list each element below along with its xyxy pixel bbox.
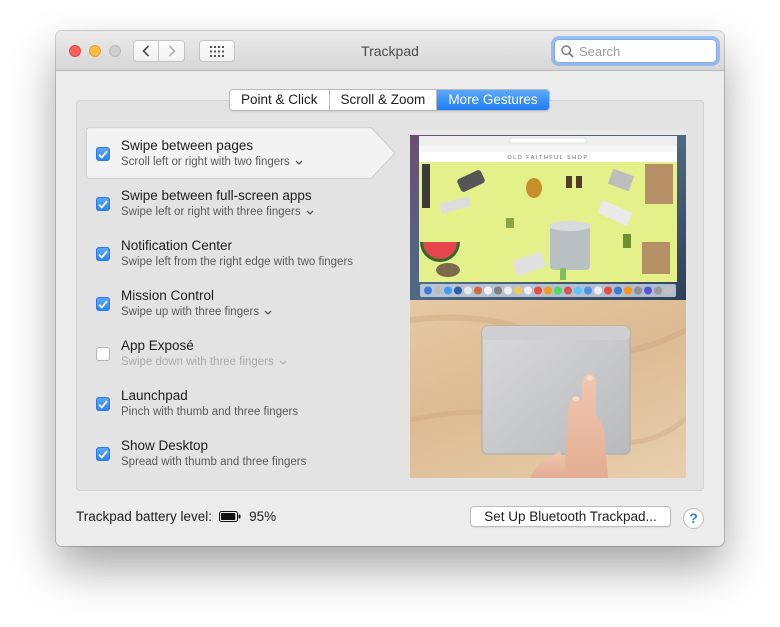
checkmark-icon bbox=[98, 250, 108, 259]
battery-value: 95% bbox=[249, 509, 277, 524]
chevron-down-icon bbox=[264, 310, 272, 315]
help-button[interactable]: ? bbox=[683, 508, 704, 529]
gesture-title: App Exposé bbox=[121, 338, 194, 353]
gesture-preview: OLD FAITHFUL SHOP bbox=[410, 130, 686, 478]
gesture-title: Notification Center bbox=[121, 238, 233, 253]
gesture-app-expose[interactable]: App Exposé Swipe down with three fingers bbox=[86, 327, 408, 377]
battery-icon bbox=[219, 511, 241, 522]
gesture-swipe-between-pages[interactable]: Swipe between pages Scroll left or right… bbox=[86, 127, 408, 179]
checkmark-icon bbox=[98, 450, 108, 459]
gesture-list: Swipe between pages Scroll left or right… bbox=[86, 126, 408, 486]
gesture-description: Spread with thumb and three fingers bbox=[121, 456, 306, 468]
gesture-description: Pinch with thumb and three fingers bbox=[121, 406, 298, 418]
preferences-window: Trackpad Point & Click Scroll & Zoom Mor… bbox=[56, 31, 724, 546]
shop-name: OLD FAITHFUL SHOP bbox=[507, 155, 588, 161]
chevron-down-icon bbox=[306, 210, 314, 215]
chevron-down-icon bbox=[279, 360, 287, 365]
setup-bluetooth-trackpad-button[interactable]: Set Up Bluetooth Trackpad... bbox=[470, 506, 671, 527]
gesture-option-dropdown[interactable]: Swipe up with three fingers bbox=[121, 306, 272, 318]
checkmark-icon bbox=[98, 300, 108, 309]
gesture-show-desktop[interactable]: Show Desktop Spread with thumb and three… bbox=[86, 427, 408, 477]
checkmark-icon bbox=[98, 150, 108, 159]
checkmark-icon bbox=[98, 200, 108, 209]
checkbox-app-expose[interactable] bbox=[96, 347, 110, 361]
gesture-notification-center[interactable]: Notification Center Swipe left from the … bbox=[86, 227, 408, 277]
search-input[interactable] bbox=[579, 43, 709, 59]
preview-trackpad-scene bbox=[410, 300, 686, 478]
tab-scroll-and-zoom[interactable]: Scroll & Zoom bbox=[329, 90, 438, 110]
gesture-title: Swipe between full-screen apps bbox=[121, 188, 312, 203]
gesture-title: Launchpad bbox=[121, 388, 188, 403]
gesture-launchpad[interactable]: Launchpad Pinch with thumb and three fin… bbox=[86, 377, 408, 427]
search-icon bbox=[561, 44, 574, 58]
gesture-option-dropdown: Swipe down with three fingers bbox=[121, 356, 287, 368]
gesture-subtitle: Swipe up with three fingers bbox=[121, 306, 260, 318]
preview-desktop-image: OLD FAITHFUL SHOP bbox=[410, 130, 686, 300]
gesture-mission-control[interactable]: Mission Control Swipe up with three fing… bbox=[86, 277, 408, 327]
gesture-description: Swipe left from the right edge with two … bbox=[121, 256, 353, 268]
gesture-title: Mission Control bbox=[121, 288, 215, 303]
selection-highlight bbox=[86, 127, 396, 179]
checkmark-icon bbox=[98, 400, 108, 409]
preview-screen: OLD FAITHFUL SHOP bbox=[410, 130, 686, 300]
gesture-option-dropdown[interactable]: Swipe left or right with three fingers bbox=[121, 206, 314, 218]
checkbox-swipe-full-screen-apps[interactable] bbox=[96, 197, 110, 211]
checkbox-swipe-between-pages[interactable] bbox=[96, 147, 110, 161]
checkbox-launchpad[interactable] bbox=[96, 397, 110, 411]
checkbox-show-desktop[interactable] bbox=[96, 447, 110, 461]
trackpad-hand-image bbox=[410, 314, 686, 478]
tab-point-and-click[interactable]: Point & Click bbox=[230, 90, 330, 110]
checkbox-mission-control[interactable] bbox=[96, 297, 110, 311]
gesture-subtitle: Pinch with thumb and three fingers bbox=[121, 406, 299, 418]
gesture-subtitle: Swipe down with three fingers bbox=[121, 356, 274, 368]
search-field[interactable] bbox=[554, 39, 717, 63]
gesture-subtitle: Scroll left or right with two fingers bbox=[121, 156, 290, 168]
tab-more-gestures[interactable]: More Gestures bbox=[437, 90, 549, 110]
gesture-subtitle: Swipe left or right with three fingers bbox=[121, 206, 301, 218]
battery-status: Trackpad battery level: 95% bbox=[76, 509, 276, 524]
battery-label: Trackpad battery level: bbox=[76, 509, 213, 524]
gesture-title: Show Desktop bbox=[121, 438, 209, 453]
gesture-swipe-full-screen-apps[interactable]: Swipe between full-screen apps Swipe lef… bbox=[86, 177, 408, 227]
chevron-down-icon bbox=[295, 160, 303, 165]
gesture-option-dropdown[interactable]: Scroll left or right with two fingers bbox=[121, 156, 303, 168]
tab-bar: Point & Click Scroll & Zoom More Gesture… bbox=[229, 89, 550, 111]
gesture-title: Swipe between pages bbox=[121, 138, 254, 153]
title-bar: Trackpad bbox=[56, 31, 724, 71]
checkbox-notification-center[interactable] bbox=[96, 247, 110, 261]
gesture-subtitle: Spread with thumb and three fingers bbox=[121, 456, 307, 468]
gesture-subtitle: Swipe left from the right edge with two … bbox=[121, 256, 354, 268]
